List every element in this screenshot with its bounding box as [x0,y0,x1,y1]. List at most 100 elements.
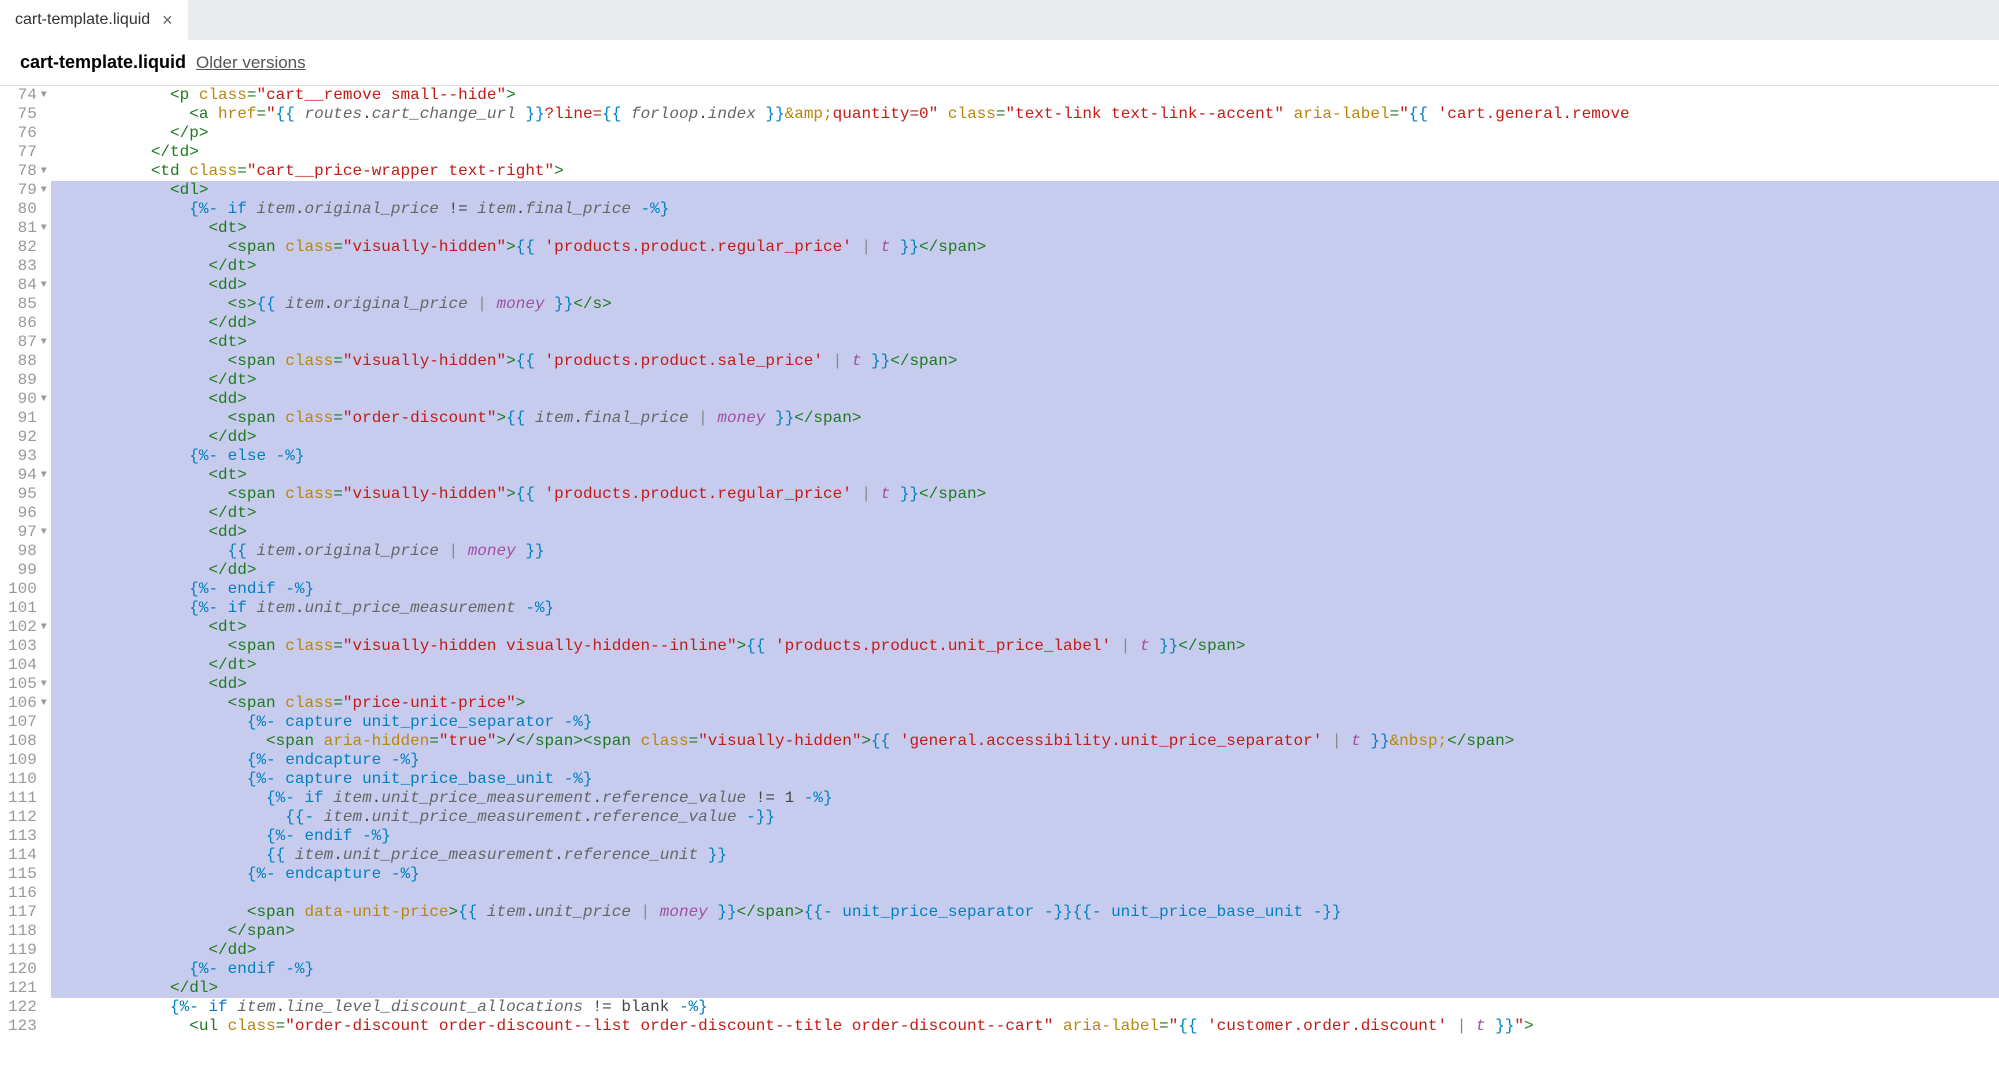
code-area[interactable]: <p class="cart__remove small--hide"> <a … [51,86,1999,1079]
code-line[interactable]: {%- endif -%} [51,580,1999,599]
line-number: 105▼ [8,675,47,694]
line-number: 111 [8,789,47,808]
line-number: 118 [8,922,47,941]
fold-icon[interactable]: ▼ [39,390,47,409]
line-number: 109 [8,751,47,770]
code-line[interactable]: {{ item.unit_price_measurement.reference… [51,846,1999,865]
code-line[interactable]: {%- if item.unit_price_measurement -%} [51,599,1999,618]
line-number: 119 [8,941,47,960]
line-number: 87▼ [8,333,47,352]
code-line[interactable]: {{- item.unit_price_measurement.referenc… [51,808,1999,827]
file-name: cart-template.liquid [20,52,186,73]
code-line[interactable]: <td class="cart__price-wrapper text-righ… [51,162,1999,181]
code-line[interactable]: <span class="visually-hidden">{{ 'produc… [51,352,1999,371]
line-number: 101 [8,599,47,618]
code-line[interactable]: <span class="visually-hidden visually-hi… [51,637,1999,656]
code-line[interactable]: {%- endcapture -%} [51,751,1999,770]
code-line[interactable]: </dt> [51,371,1999,390]
line-number: 84▼ [8,276,47,295]
code-line[interactable]: {{ item.original_price | money }} [51,542,1999,561]
code-line[interactable]: </dd> [51,314,1999,333]
line-gutter: 74▼75767778▼79▼8081▼828384▼858687▼888990… [0,86,51,1079]
code-line[interactable]: <span aria-hidden="true">/</span><span c… [51,732,1999,751]
code-line[interactable]: {%- endcapture -%} [51,865,1999,884]
code-line[interactable]: </dl> [51,979,1999,998]
fold-icon[interactable]: ▼ [39,694,47,713]
code-line[interactable]: <dl> [51,181,1999,200]
tab-title: cart-template.liquid [15,11,150,29]
line-number: 113 [8,827,47,846]
code-line[interactable]: <dt> [51,219,1999,238]
fold-icon[interactable]: ▼ [39,675,47,694]
line-number: 102▼ [8,618,47,637]
line-number: 96 [8,504,47,523]
code-line[interactable]: <dt> [51,466,1999,485]
line-number: 99 [8,561,47,580]
code-editor[interactable]: 74▼75767778▼79▼8081▼828384▼858687▼888990… [0,86,1999,1079]
code-line[interactable]: <s>{{ item.original_price | money }}</s> [51,295,1999,314]
code-line[interactable]: <dd> [51,675,1999,694]
code-line[interactable]: {%- capture unit_price_separator -%} [51,713,1999,732]
line-number: 110 [8,770,47,789]
code-line[interactable]: {%- else -%} [51,447,1999,466]
code-line[interactable]: <span class="visually-hidden">{{ 'produc… [51,485,1999,504]
line-number: 78▼ [8,162,47,181]
code-line[interactable]: {%- if item.unit_price_measurement.refer… [51,789,1999,808]
code-line[interactable]: <dd> [51,390,1999,409]
code-line[interactable]: {%- capture unit_price_base_unit -%} [51,770,1999,789]
code-line[interactable]: <span class="visually-hidden">{{ 'produc… [51,238,1999,257]
code-line[interactable]: </dt> [51,504,1999,523]
code-line[interactable]: </span> [51,922,1999,941]
tab-cart-template[interactable]: cart-template.liquid × [0,0,188,40]
line-number: 116 [8,884,47,903]
line-number: 93 [8,447,47,466]
code-line[interactable]: <dt> [51,333,1999,352]
code-line[interactable]: </dd> [51,428,1999,447]
line-number: 108 [8,732,47,751]
code-line[interactable]: </td> [51,143,1999,162]
code-line[interactable]: <dd> [51,276,1999,295]
fold-icon[interactable]: ▼ [39,523,47,542]
line-number: 74▼ [8,86,47,105]
line-number: 97▼ [8,523,47,542]
line-number: 86 [8,314,47,333]
code-line[interactable]: <dd> [51,523,1999,542]
code-line[interactable]: {%- endif -%} [51,960,1999,979]
code-line[interactable]: </dt> [51,257,1999,276]
line-number: 83 [8,257,47,276]
line-number: 123 [8,1017,47,1036]
fold-icon[interactable]: ▼ [39,162,47,181]
line-number: 85 [8,295,47,314]
code-line[interactable]: <span class="price-unit-price"> [51,694,1999,713]
code-line[interactable]: </p> [51,124,1999,143]
fold-icon[interactable]: ▼ [39,466,47,485]
fold-icon[interactable]: ▼ [39,618,47,637]
code-line[interactable]: <span class="order-discount">{{ item.fin… [51,409,1999,428]
code-line[interactable]: <p class="cart__remove small--hide"> [51,86,1999,105]
close-icon[interactable]: × [162,11,173,29]
code-line[interactable]: <a href="{{ routes.cart_change_url }}?li… [51,105,1999,124]
fold-icon[interactable]: ▼ [39,219,47,238]
line-number: 122 [8,998,47,1017]
line-number: 106▼ [8,694,47,713]
line-number: 104 [8,656,47,675]
line-number: 103 [8,637,47,656]
fold-icon[interactable]: ▼ [39,333,47,352]
code-line[interactable]: <ul class="order-discount order-discount… [51,1017,1999,1036]
fold-icon[interactable]: ▼ [39,276,47,295]
code-line[interactable]: {%- endif -%} [51,827,1999,846]
code-line[interactable]: {%- if item.original_price != item.final… [51,200,1999,219]
code-line[interactable]: <span data-unit-price>{{ item.unit_price… [51,903,1999,922]
fold-icon[interactable]: ▼ [39,181,47,200]
code-line[interactable]: </dt> [51,656,1999,675]
code-line[interactable]: </dd> [51,561,1999,580]
fold-icon[interactable]: ▼ [39,86,47,105]
code-line[interactable] [51,884,1999,903]
code-line[interactable]: {%- if item.line_level_discount_allocati… [51,998,1999,1017]
line-number: 80 [8,200,47,219]
line-number: 95 [8,485,47,504]
file-header: cart-template.liquid Older versions [0,40,1999,86]
code-line[interactable]: </dd> [51,941,1999,960]
older-versions-link[interactable]: Older versions [196,53,306,73]
code-line[interactable]: <dt> [51,618,1999,637]
